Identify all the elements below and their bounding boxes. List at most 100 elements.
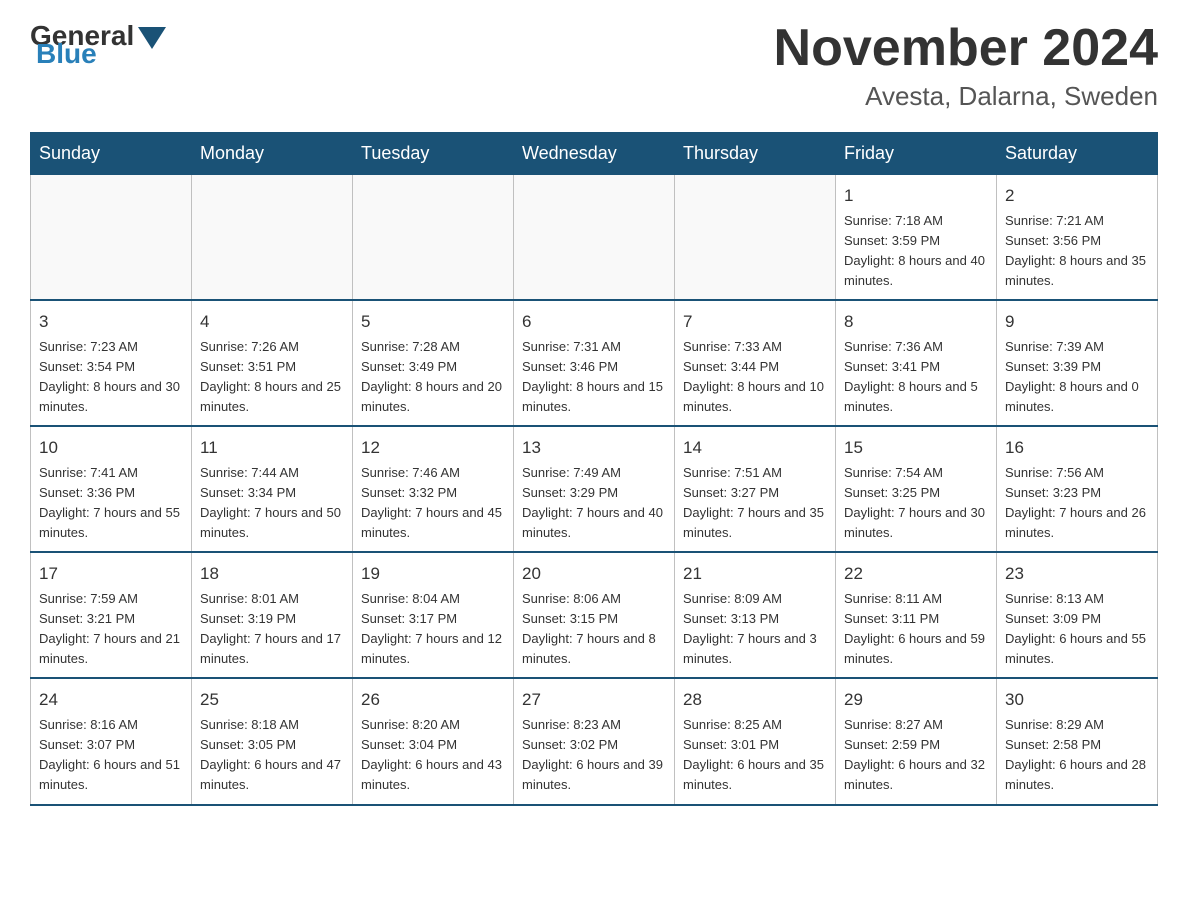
calendar-cell [192, 175, 353, 301]
calendar-cell: 25Sunrise: 8:18 AM Sunset: 3:05 PM Dayli… [192, 678, 353, 804]
calendar-week-row: 17Sunrise: 7:59 AM Sunset: 3:21 PM Dayli… [31, 552, 1158, 678]
day-info: Sunrise: 8:13 AM Sunset: 3:09 PM Dayligh… [1005, 589, 1149, 670]
calendar-cell: 17Sunrise: 7:59 AM Sunset: 3:21 PM Dayli… [31, 552, 192, 678]
calendar-header-thursday: Thursday [675, 133, 836, 175]
day-info: Sunrise: 7:51 AM Sunset: 3:27 PM Dayligh… [683, 463, 827, 544]
calendar-table: SundayMondayTuesdayWednesdayThursdayFrid… [30, 132, 1158, 805]
month-title: November 2024 [774, 20, 1158, 77]
calendar-cell [675, 175, 836, 301]
day-number: 13 [522, 435, 666, 461]
day-number: 12 [361, 435, 505, 461]
calendar-cell [514, 175, 675, 301]
calendar-cell: 28Sunrise: 8:25 AM Sunset: 3:01 PM Dayli… [675, 678, 836, 804]
calendar-header-tuesday: Tuesday [353, 133, 514, 175]
location-title: Avesta, Dalarna, Sweden [774, 81, 1158, 112]
calendar-header-saturday: Saturday [997, 133, 1158, 175]
calendar-cell: 18Sunrise: 8:01 AM Sunset: 3:19 PM Dayli… [192, 552, 353, 678]
calendar-cell: 20Sunrise: 8:06 AM Sunset: 3:15 PM Dayli… [514, 552, 675, 678]
day-number: 27 [522, 687, 666, 713]
day-info: Sunrise: 8:20 AM Sunset: 3:04 PM Dayligh… [361, 715, 505, 796]
day-info: Sunrise: 7:28 AM Sunset: 3:49 PM Dayligh… [361, 337, 505, 418]
calendar-cell: 12Sunrise: 7:46 AM Sunset: 3:32 PM Dayli… [353, 426, 514, 552]
page-header: General Blue November 2024 Avesta, Dalar… [30, 20, 1158, 112]
calendar-header-wednesday: Wednesday [514, 133, 675, 175]
calendar-cell: 3Sunrise: 7:23 AM Sunset: 3:54 PM Daylig… [31, 300, 192, 426]
day-info: Sunrise: 7:46 AM Sunset: 3:32 PM Dayligh… [361, 463, 505, 544]
logo: General Blue [30, 20, 166, 70]
day-number: 9 [1005, 309, 1149, 335]
calendar-header-sunday: Sunday [31, 133, 192, 175]
calendar-week-row: 1Sunrise: 7:18 AM Sunset: 3:59 PM Daylig… [31, 175, 1158, 301]
day-number: 1 [844, 183, 988, 209]
day-info: Sunrise: 7:18 AM Sunset: 3:59 PM Dayligh… [844, 211, 988, 292]
day-number: 7 [683, 309, 827, 335]
day-info: Sunrise: 8:09 AM Sunset: 3:13 PM Dayligh… [683, 589, 827, 670]
calendar-week-row: 10Sunrise: 7:41 AM Sunset: 3:36 PM Dayli… [31, 426, 1158, 552]
calendar-cell: 30Sunrise: 8:29 AM Sunset: 2:58 PM Dayli… [997, 678, 1158, 804]
calendar-cell: 5Sunrise: 7:28 AM Sunset: 3:49 PM Daylig… [353, 300, 514, 426]
day-number: 17 [39, 561, 183, 587]
day-info: Sunrise: 8:06 AM Sunset: 3:15 PM Dayligh… [522, 589, 666, 670]
day-info: Sunrise: 7:23 AM Sunset: 3:54 PM Dayligh… [39, 337, 183, 418]
day-info: Sunrise: 7:39 AM Sunset: 3:39 PM Dayligh… [1005, 337, 1149, 418]
calendar-header-row: SundayMondayTuesdayWednesdayThursdayFrid… [31, 133, 1158, 175]
day-info: Sunrise: 7:21 AM Sunset: 3:56 PM Dayligh… [1005, 211, 1149, 292]
day-info: Sunrise: 7:59 AM Sunset: 3:21 PM Dayligh… [39, 589, 183, 670]
title-section: November 2024 Avesta, Dalarna, Sweden [774, 20, 1158, 112]
day-info: Sunrise: 7:54 AM Sunset: 3:25 PM Dayligh… [844, 463, 988, 544]
day-info: Sunrise: 7:44 AM Sunset: 3:34 PM Dayligh… [200, 463, 344, 544]
day-number: 8 [844, 309, 988, 335]
day-number: 5 [361, 309, 505, 335]
calendar-cell: 1Sunrise: 7:18 AM Sunset: 3:59 PM Daylig… [836, 175, 997, 301]
calendar-cell: 21Sunrise: 8:09 AM Sunset: 3:13 PM Dayli… [675, 552, 836, 678]
calendar-week-row: 3Sunrise: 7:23 AM Sunset: 3:54 PM Daylig… [31, 300, 1158, 426]
day-info: Sunrise: 7:56 AM Sunset: 3:23 PM Dayligh… [1005, 463, 1149, 544]
day-number: 6 [522, 309, 666, 335]
logo-blue-text: Blue [36, 38, 97, 70]
calendar-cell: 23Sunrise: 8:13 AM Sunset: 3:09 PM Dayli… [997, 552, 1158, 678]
day-info: Sunrise: 7:49 AM Sunset: 3:29 PM Dayligh… [522, 463, 666, 544]
day-number: 19 [361, 561, 505, 587]
calendar-cell: 15Sunrise: 7:54 AM Sunset: 3:25 PM Dayli… [836, 426, 997, 552]
calendar-cell: 11Sunrise: 7:44 AM Sunset: 3:34 PM Dayli… [192, 426, 353, 552]
day-number: 25 [200, 687, 344, 713]
logo-triangle-icon [138, 27, 166, 49]
day-number: 20 [522, 561, 666, 587]
calendar-cell: 6Sunrise: 7:31 AM Sunset: 3:46 PM Daylig… [514, 300, 675, 426]
calendar-cell [31, 175, 192, 301]
day-info: Sunrise: 7:31 AM Sunset: 3:46 PM Dayligh… [522, 337, 666, 418]
day-number: 4 [200, 309, 344, 335]
calendar-cell: 27Sunrise: 8:23 AM Sunset: 3:02 PM Dayli… [514, 678, 675, 804]
day-info: Sunrise: 8:04 AM Sunset: 3:17 PM Dayligh… [361, 589, 505, 670]
day-number: 10 [39, 435, 183, 461]
day-number: 23 [1005, 561, 1149, 587]
day-info: Sunrise: 8:18 AM Sunset: 3:05 PM Dayligh… [200, 715, 344, 796]
day-info: Sunrise: 8:27 AM Sunset: 2:59 PM Dayligh… [844, 715, 988, 796]
day-number: 14 [683, 435, 827, 461]
calendar-cell: 7Sunrise: 7:33 AM Sunset: 3:44 PM Daylig… [675, 300, 836, 426]
calendar-cell: 14Sunrise: 7:51 AM Sunset: 3:27 PM Dayli… [675, 426, 836, 552]
calendar-cell: 16Sunrise: 7:56 AM Sunset: 3:23 PM Dayli… [997, 426, 1158, 552]
day-info: Sunrise: 8:01 AM Sunset: 3:19 PM Dayligh… [200, 589, 344, 670]
day-number: 29 [844, 687, 988, 713]
calendar-cell: 13Sunrise: 7:49 AM Sunset: 3:29 PM Dayli… [514, 426, 675, 552]
calendar-cell: 10Sunrise: 7:41 AM Sunset: 3:36 PM Dayli… [31, 426, 192, 552]
day-info: Sunrise: 8:23 AM Sunset: 3:02 PM Dayligh… [522, 715, 666, 796]
day-number: 26 [361, 687, 505, 713]
day-number: 15 [844, 435, 988, 461]
day-number: 3 [39, 309, 183, 335]
day-number: 28 [683, 687, 827, 713]
calendar-week-row: 24Sunrise: 8:16 AM Sunset: 3:07 PM Dayli… [31, 678, 1158, 804]
day-number: 2 [1005, 183, 1149, 209]
day-info: Sunrise: 7:36 AM Sunset: 3:41 PM Dayligh… [844, 337, 988, 418]
day-info: Sunrise: 7:33 AM Sunset: 3:44 PM Dayligh… [683, 337, 827, 418]
calendar-cell: 19Sunrise: 8:04 AM Sunset: 3:17 PM Dayli… [353, 552, 514, 678]
day-number: 18 [200, 561, 344, 587]
calendar-cell: 2Sunrise: 7:21 AM Sunset: 3:56 PM Daylig… [997, 175, 1158, 301]
calendar-cell: 8Sunrise: 7:36 AM Sunset: 3:41 PM Daylig… [836, 300, 997, 426]
day-info: Sunrise: 8:29 AM Sunset: 2:58 PM Dayligh… [1005, 715, 1149, 796]
calendar-cell: 26Sunrise: 8:20 AM Sunset: 3:04 PM Dayli… [353, 678, 514, 804]
day-number: 16 [1005, 435, 1149, 461]
day-info: Sunrise: 7:26 AM Sunset: 3:51 PM Dayligh… [200, 337, 344, 418]
calendar-cell: 24Sunrise: 8:16 AM Sunset: 3:07 PM Dayli… [31, 678, 192, 804]
